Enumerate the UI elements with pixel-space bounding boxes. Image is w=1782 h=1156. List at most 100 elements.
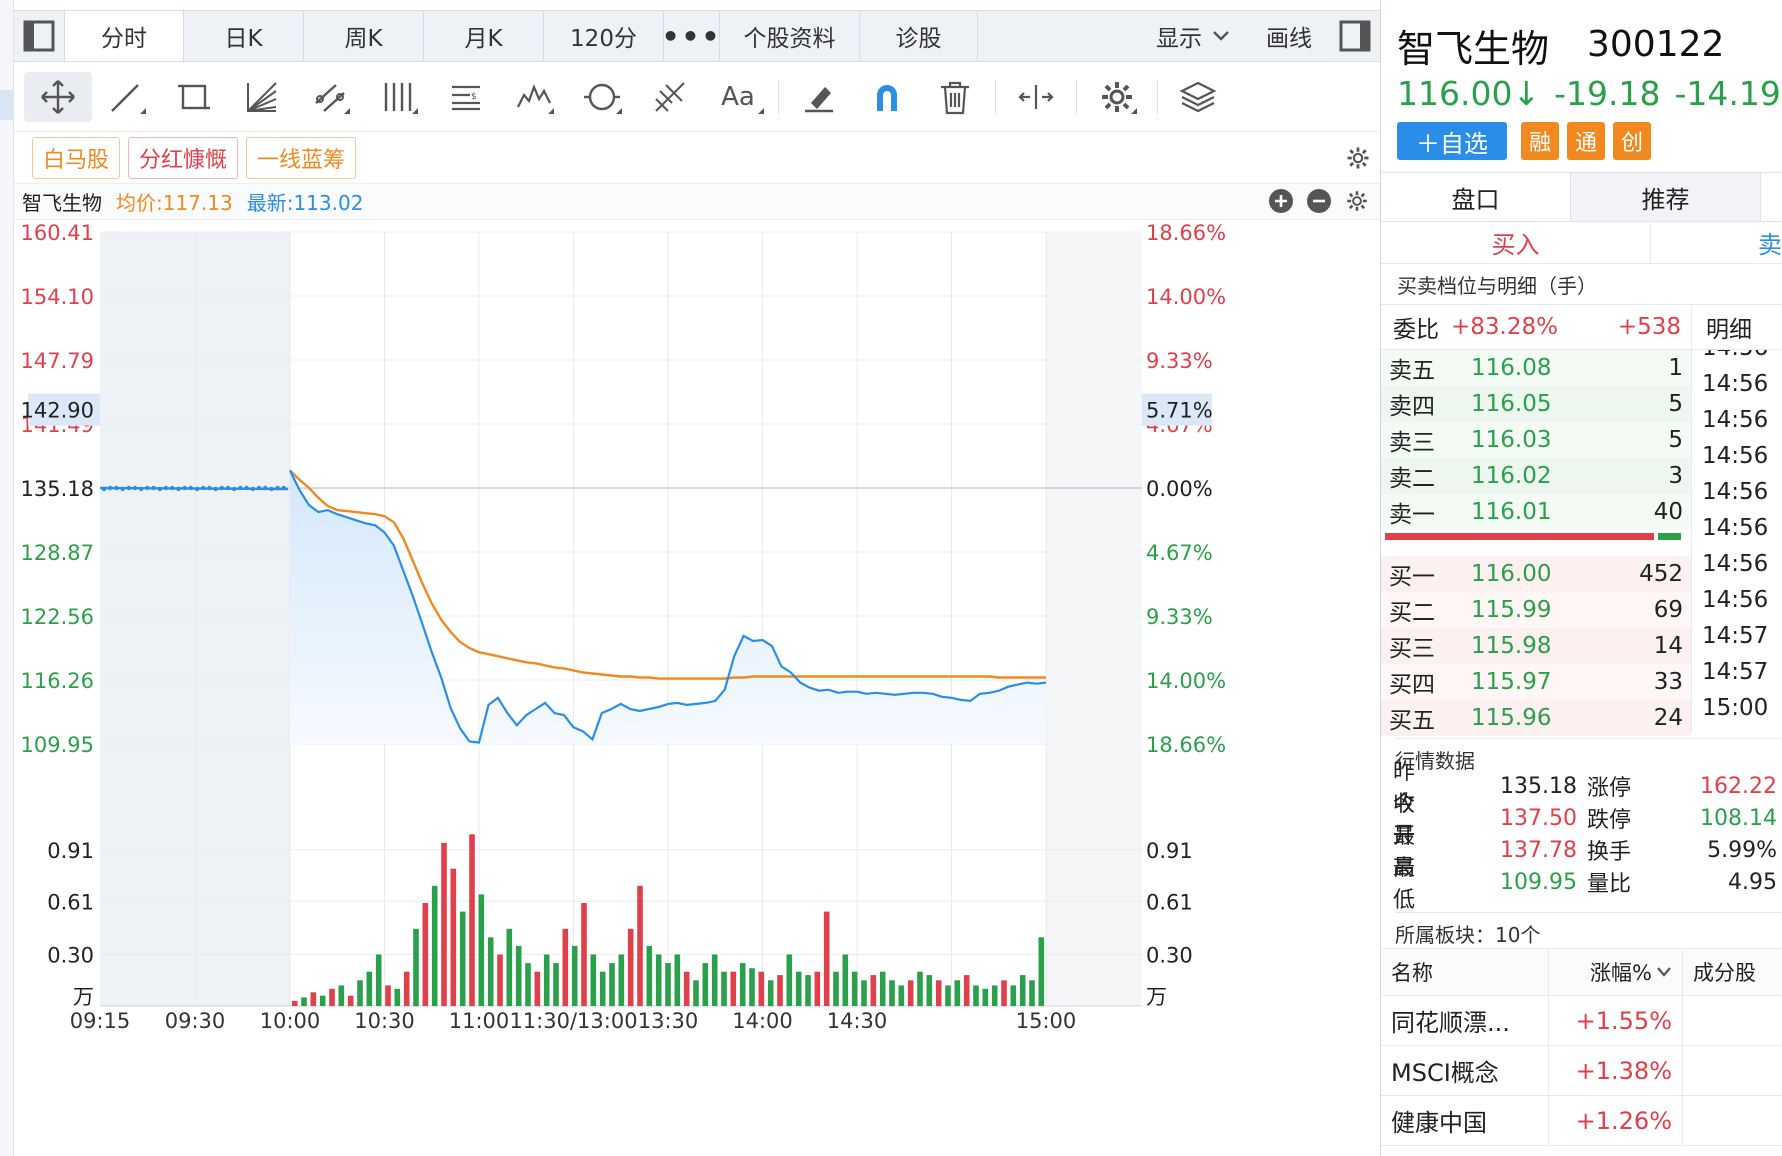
gear-icon[interactable] [1344,144,1372,176]
block-row[interactable]: MSCI概念 +1.38% [1381,1046,1782,1096]
price-axis-tick: 154.10 [21,285,94,309]
sell-level[interactable]: 卖三 116.03 5 [1381,422,1691,458]
trade-time: 14:56 [1702,479,1769,505]
tab-day-k[interactable]: 日K [184,11,304,61]
pre-market-dot [275,485,280,491]
trade-time: 14:56 [1702,371,1769,397]
level-volume: 5 [1668,427,1683,453]
level-volume: 452 [1639,561,1683,587]
add-watchlist-button[interactable]: ＋自选 [1397,122,1507,160]
sell-button[interactable]: 卖 [1651,222,1782,263]
block-row[interactable]: 同花顺漂... +1.55% [1381,996,1782,1046]
layers-icon[interactable] [1164,72,1232,122]
level-price: 115.98 [1471,633,1552,659]
buy-level[interactable]: 买二 115.99 69 [1381,592,1691,628]
sell-level[interactable]: 卖一 116.01 40 [1381,494,1691,530]
gear-icon[interactable] [1344,188,1370,219]
tag-dividend[interactable]: 分红慷慨 [128,136,239,179]
volume-bar [301,997,307,1006]
buy-level[interactable]: 买三 115.98 14 [1381,628,1691,664]
volume-bar [646,945,653,1006]
intraday-chart[interactable]: 160.4118.66%154.1014.00%147.799.33%141.4… [14,220,1380,1156]
volume-bar [581,903,587,1006]
volume-bar [553,963,559,1006]
zoom-in-icon[interactable] [1268,188,1294,219]
panel-toggle-icon[interactable] [1330,11,1380,61]
tab-120min[interactable]: 120分 [544,11,664,61]
trash-icon[interactable] [921,72,989,122]
magnet-icon[interactable] [853,72,921,122]
vertical-lines-icon[interactable] [364,72,432,122]
tab-month-k[interactable]: 月K [424,11,544,61]
eraser-icon[interactable] [785,72,853,122]
line-icon[interactable] [92,72,160,122]
weibi-pct: +83.28% [1451,314,1558,340]
fibonacci-icon[interactable] [636,72,704,122]
font-icon[interactable]: Aa [704,72,772,122]
fan-icon[interactable] [228,72,296,122]
block-pct: +1.55% [1549,996,1683,1045]
channel-icon[interactable] [296,72,364,122]
volume-bar [693,980,699,1007]
block-name: 同花顺漂... [1381,996,1549,1045]
cycle-icon[interactable] [568,72,636,122]
pre-market-dot [114,485,119,491]
level-price: 116.05 [1471,391,1552,417]
trade-detail-times[interactable]: 14:56 14:56 14:56 14:56 14:56 14:56 14:5… [1691,350,1782,732]
block-row[interactable]: 健康中国 +1.26% [1381,1096,1782,1146]
tab-week-k[interactable]: 周K [304,11,424,61]
tab-diagnosis[interactable]: 诊股 [860,11,978,61]
level-volume: 1 [1668,355,1683,381]
display-dropdown[interactable]: 显示 [1138,11,1248,61]
sidebar-toggle-icon[interactable] [14,11,64,61]
detail-header[interactable]: 明细 [1691,304,1782,350]
buy-button[interactable]: 买入 [1381,222,1651,263]
wave-icon[interactable] [500,72,568,122]
market-key: 换手 [1587,840,1632,865]
market-data: 昨收 135.18 涨停 162.22 今开 137.50 跌停 108.14 最高 137.… [1381,760,1782,913]
tag-white-horse[interactable]: 白马股 [32,136,121,179]
tab-stock-profile[interactable]: 个股资料 [720,11,860,61]
drawing-toolbar: $ Aa [14,62,1380,132]
volume-axis-tick: 0.91 [47,839,94,863]
volume-bar [534,971,541,1006]
pre-market-dot [194,486,200,492]
gear-icon[interactable] [1083,72,1151,122]
intraday-chart-svg[interactable]: 160.4118.66%154.1014.00%147.799.33%141.4… [14,220,1380,1156]
pct-axis-tick: 18.66% [1146,221,1226,245]
zoom-out-icon[interactable] [1306,188,1332,219]
tab-fenshi[interactable]: 分时 [64,11,184,61]
blocks-col-pct[interactable]: 涨幅% [1549,949,1683,995]
expand-icon[interactable] [1002,72,1070,122]
pre-market-dot [244,485,249,491]
block-name: MSCI概念 [1381,1046,1549,1095]
pre-market-dot [139,486,144,492]
pre-market-dot [232,486,237,492]
pre-market-dot [250,486,255,492]
level-label: 卖四 [1389,394,1435,420]
rect-icon[interactable] [160,72,228,122]
sell-level[interactable]: 卖五 116.08 1 [1381,350,1691,386]
sell-levels: 卖五 116.08 1 卖四 116.05 5 卖三 116.03 5 卖二 116.02 3 … [1381,350,1691,530]
volume-bar [861,980,867,1007]
sell-level[interactable]: 卖二 116.02 3 [1381,458,1691,494]
volume-bar [543,954,550,1006]
text-box-icon[interactable]: $ [432,72,500,122]
tab-pankou[interactable]: 盘口 [1381,173,1571,221]
draw-line-button[interactable]: 画线 [1248,11,1330,61]
blocks-title: 所属板块：10个 [1395,912,1782,948]
move-icon[interactable] [24,71,92,122]
tab-recommend[interactable]: 推荐 [1571,173,1761,221]
market-value: 137.78 [1500,837,1577,863]
volume-bar [758,971,765,1006]
tag-blue-chip[interactable]: 一线蓝筹 [246,136,357,179]
volume-bar [805,975,811,1006]
svg-text:$: $ [471,92,477,102]
volume-bar [422,903,429,1006]
period-tab-bar: 分时 日K 周K 月K 120分 ••• 个股资料 诊股 显示 画线 [14,10,1380,62]
sell-level[interactable]: 卖四 116.05 5 [1381,386,1691,422]
more-tabs-button[interactable]: ••• [662,11,720,61]
buy-level[interactable]: 买四 115.97 33 [1381,664,1691,700]
buy-level[interactable]: 买一 116.00 452 [1381,556,1691,592]
buy-level[interactable]: 买五 115.96 24 [1381,700,1691,736]
